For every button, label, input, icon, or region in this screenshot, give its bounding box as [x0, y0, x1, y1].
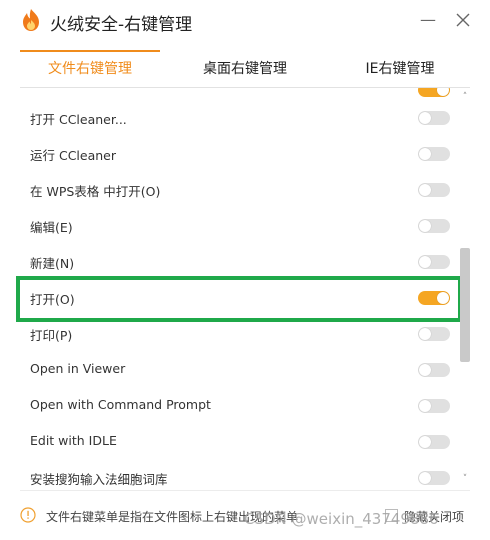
huorong-flame-icon [23, 9, 39, 31]
toggle-switch[interactable] [418, 435, 450, 449]
minimize-button[interactable]: — [418, 8, 438, 32]
scrollbar[interactable]: ˄ ˅ [460, 92, 470, 484]
item-label: Open in Viewer [30, 361, 126, 376]
item-label: Open with Command Prompt [30, 397, 211, 412]
toggle-switch[interactable] [418, 399, 450, 413]
list-item: 打开 CCleaner... [20, 100, 460, 136]
toggle-switch[interactable] [418, 363, 450, 377]
toggle-switch[interactable] [418, 291, 450, 305]
toggle-switch[interactable] [418, 255, 450, 269]
watermark: CSDN @weixin_43749886 [244, 510, 439, 528]
list-item: 运行 CCleaner [20, 136, 460, 172]
list-item: 新建(N) [20, 244, 460, 280]
list-item: Open in Viewer [20, 352, 460, 388]
title-bar: 火绒安全-右键管理 — [0, 0, 490, 44]
toggle-switch[interactable] [418, 88, 450, 97]
chevron-up-icon[interactable]: ˄ [460, 92, 470, 102]
context-menu-list: 打开 CCleaner... 运行 CCleaner 在 WPS表格 中打开(O… [20, 88, 460, 490]
list-item: 打开(O) [20, 280, 460, 316]
chevron-down-icon[interactable]: ˅ [460, 474, 470, 484]
close-icon[interactable] [452, 8, 474, 32]
list-item: 编辑(E) [20, 208, 460, 244]
item-label: 打印(P) [30, 328, 73, 343]
list-item: Open with Command Prompt [20, 388, 460, 424]
info-icon [20, 507, 36, 523]
item-label: Edit with IDLE [30, 433, 117, 448]
toggle-switch[interactable] [418, 471, 450, 485]
tab-bar: 文件右键管理 桌面右键管理 IE右键管理 [20, 50, 470, 88]
list-item: Edit with IDLE [20, 424, 460, 460]
item-label: 运行 CCleaner [30, 148, 117, 163]
item-label: 在 WPS表格 中打开(O) [30, 184, 161, 199]
toggle-switch[interactable] [418, 183, 450, 197]
list-item: 安装搜狗输入法细胞词库 [20, 460, 460, 490]
item-label: 安装搜狗输入法细胞词库 [30, 472, 168, 487]
tab-file-menu[interactable]: 文件右键管理 [20, 50, 160, 88]
toggle-switch[interactable] [418, 147, 450, 161]
item-label: 编辑(E) [30, 220, 73, 235]
window-title: 火绒安全-右键管理 [50, 15, 193, 35]
toggle-switch[interactable] [418, 111, 450, 125]
item-label: 打开 CCleaner... [30, 112, 127, 127]
divider [20, 490, 470, 491]
list-item: 打印(P) [20, 316, 460, 352]
toggle-switch[interactable] [418, 327, 450, 341]
scrollbar-thumb[interactable] [460, 248, 470, 362]
tab-desktop-menu[interactable]: 桌面右键管理 [170, 50, 320, 88]
tab-ie-menu[interactable]: IE右键管理 [330, 50, 470, 88]
list-item: 在 WPS表格 中打开(O) [20, 172, 460, 208]
item-label: 新建(N) [30, 256, 75, 271]
item-label: 打开(O) [30, 292, 75, 307]
toggle-switch[interactable] [418, 219, 450, 233]
